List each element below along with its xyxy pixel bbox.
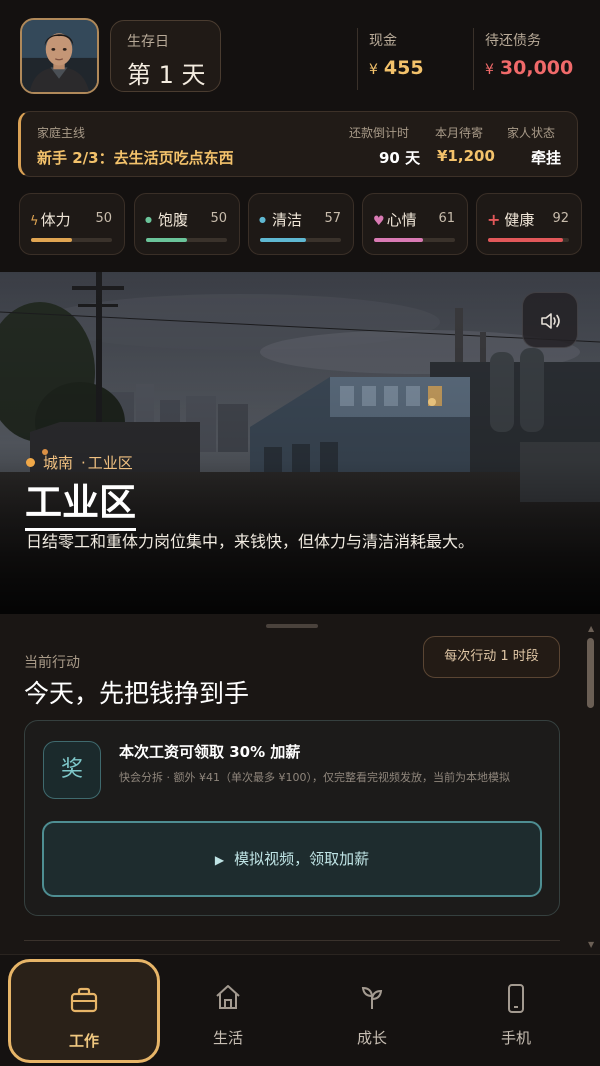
player-portrait <box>22 20 97 92</box>
vital-bar-fill <box>488 238 563 242</box>
heart-icon: ♥ <box>373 214 385 229</box>
family-mainline-card[interactable]: 家庭主线 新手 2/3：去生活页吃点东西 还款倒计时 90 天 本月待寄 ¥1,… <box>18 111 578 177</box>
plus-icon: + <box>487 210 501 229</box>
debt-label: 待还债务 <box>485 33 541 49</box>
debt-value: ¥30,000 <box>485 57 573 79</box>
vital-bar <box>31 238 112 242</box>
vital-label: 饱腹 <box>157 211 188 229</box>
cash-stat: 现金 ¥455 <box>369 30 424 79</box>
family-status-value: 牵挂 <box>531 149 562 167</box>
reward-title: 本次工资可领取 30% 加薪 <box>119 743 301 761</box>
nav-tab-work[interactable]: 工作 <box>8 959 160 1063</box>
debt-stat: 待还债务 ¥30,000 <box>485 30 573 79</box>
location-description: 日结零工和重体力岗位集中，来钱快，但体力与清洁消耗最大。 <box>26 532 475 551</box>
divider <box>24 940 560 941</box>
countdown-value: 90 天 <box>379 149 421 167</box>
action-panel: ▲ ▼ 当前行动 今天，先把钱挣到手 每次行动 1 时段 奖 本次工资可领取 3… <box>0 614 600 954</box>
dot-icon: ● <box>145 215 152 224</box>
sprout-icon <box>361 986 383 1009</box>
survival-day-value: 第 1 天 <box>127 61 206 89</box>
location-scene: 城南 · 工业区 工业区 日结零工和重体力岗位集中，来钱快，但体力与清洁消耗最大。 <box>0 272 600 614</box>
vital-stamina: ϟ 体力 50 <box>19 193 125 255</box>
debt-amount: 30,000 <box>499 57 574 79</box>
nav-tab-growth[interactable]: 成长 <box>297 959 447 1063</box>
monthly-remit-label: 本月待寄 <box>435 126 484 140</box>
location-title: 工业区 <box>25 472 136 531</box>
vital-bar-fill <box>374 238 424 242</box>
vital-bar <box>260 238 341 242</box>
family-status-label: 家人状态 <box>507 126 556 140</box>
reward-card: 奖 本次工资可领取 30% 加薪 快会分拆 · 额外 ¥41（单次最多 ¥100… <box>24 720 560 916</box>
vital-mood: ♥ 心情 61 <box>362 193 468 255</box>
survival-day-card: 生存日 第 1 天 <box>110 20 221 92</box>
vital-label: 体力 <box>40 211 71 229</box>
vital-value: 50 <box>95 211 112 226</box>
panel-drag-handle[interactable] <box>266 624 318 628</box>
per-action-badge[interactable]: 每次行动 1 时段 <box>423 636 560 678</box>
cash-amount: 455 <box>383 57 424 79</box>
vital-health: + 健康 92 <box>476 193 582 255</box>
zone-name: 工业区 <box>87 454 133 472</box>
sound-toggle-button[interactable] <box>522 292 578 348</box>
vital-value: 57 <box>324 211 341 226</box>
vital-label: 心情 <box>386 211 417 229</box>
scrollbar[interactable] <box>587 638 594 708</box>
vital-value: 50 <box>210 211 227 226</box>
vital-satiety: ● 饱腹 50 <box>134 193 240 255</box>
vital-value: 61 <box>438 211 455 226</box>
avatar[interactable] <box>20 18 99 94</box>
nav-tab-life[interactable]: 生活 <box>153 959 303 1063</box>
divider <box>473 28 474 90</box>
speaker-icon <box>541 313 560 329</box>
divider <box>357 28 358 90</box>
current-action-title: 今天，先把钱挣到手 <box>24 679 250 708</box>
play-icon: ▶ <box>214 853 225 867</box>
countdown-label: 还款倒计时 <box>349 126 410 140</box>
phone-icon <box>508 984 524 1013</box>
vital-bar <box>146 238 227 242</box>
vital-label: 健康 <box>504 211 535 229</box>
watch-video-button[interactable]: ▶ 模拟视频，领取加薪 <box>42 821 542 897</box>
bottom-nav: 工作 生活 成长 手机 <box>0 954 600 1066</box>
watch-video-label: 模拟视频，领取加薪 <box>234 850 370 868</box>
briefcase-icon <box>70 987 98 1013</box>
mainline-label: 家庭主线 <box>37 126 86 140</box>
vital-bar <box>374 238 455 242</box>
current-action-label: 当前行动 <box>24 655 80 671</box>
vital-label: 清洁 <box>271 211 302 229</box>
nav-tab-label: 手机 <box>500 1029 531 1047</box>
reward-icon: 奖 <box>43 741 101 799</box>
droplet-icon: ● <box>259 215 266 224</box>
cash-currency: ¥ <box>369 62 378 78</box>
location-breadcrumb: 城南 · 工业区 <box>26 452 133 473</box>
vital-bar-fill <box>146 238 187 242</box>
cash-value: ¥455 <box>369 57 424 79</box>
vital-bar-fill <box>260 238 307 242</box>
nav-tab-label: 工作 <box>68 1032 99 1050</box>
vital-value: 92 <box>552 211 569 226</box>
nav-tab-label: 生活 <box>212 1029 243 1047</box>
scroll-up-icon[interactable]: ▲ <box>588 624 594 633</box>
nav-tab-label: 成长 <box>356 1029 387 1047</box>
vital-bar <box>488 238 569 242</box>
industrial-zone-illustration <box>0 272 600 614</box>
vital-bar-fill <box>31 238 72 242</box>
scroll-down-icon[interactable]: ▼ <box>588 940 594 949</box>
debt-currency: ¥ <box>485 62 494 78</box>
cash-label: 现金 <box>369 33 397 49</box>
survival-day-label: 生存日 <box>127 34 169 50</box>
monthly-remit-value: ¥1,200 <box>437 147 495 165</box>
nav-tab-phone[interactable]: 手机 <box>441 959 591 1063</box>
mainline-task: 新手 2/3：去生活页吃点东西 <box>37 149 234 167</box>
vital-cleanliness: ● 清洁 57 <box>248 193 354 255</box>
district-name: 城南 <box>43 454 74 472</box>
reward-description: 快会分拆 · 额外 ¥41（单次最多 ¥100），仅完整看完视频发放，当前为本地… <box>119 771 510 784</box>
home-icon <box>216 985 240 1009</box>
status-header: 生存日 第 1 天 现金 ¥455 待还债务 ¥30,000 <box>0 0 600 105</box>
location-dot-icon <box>26 458 35 467</box>
lightning-icon: ϟ <box>30 214 39 229</box>
